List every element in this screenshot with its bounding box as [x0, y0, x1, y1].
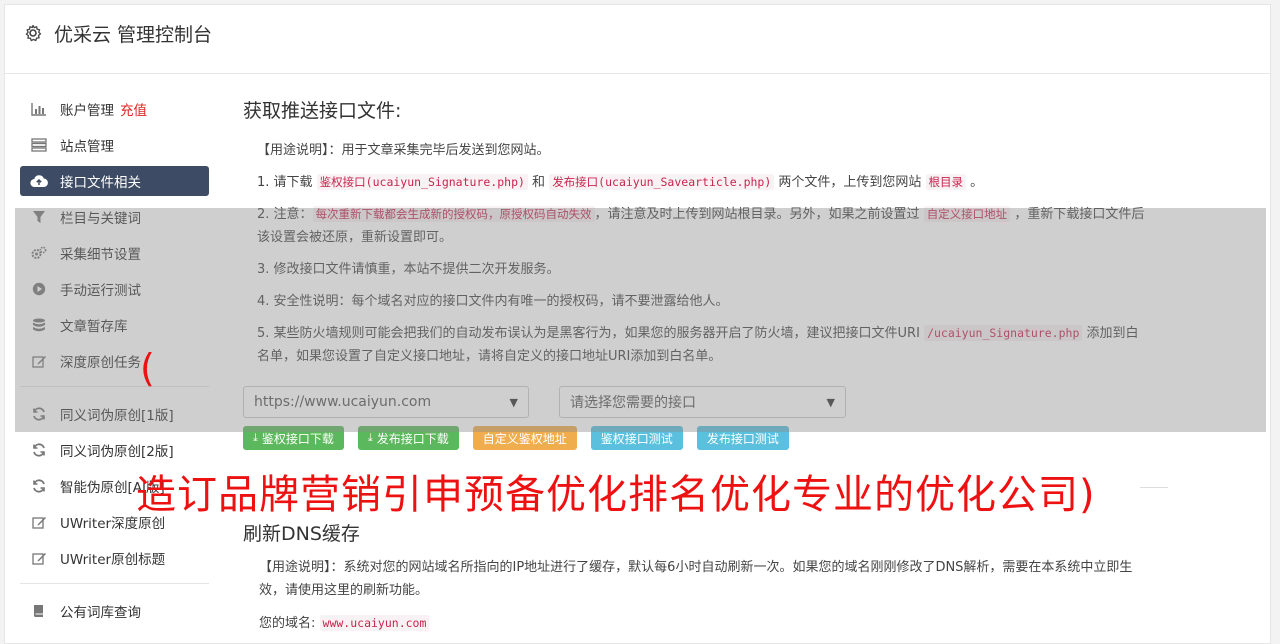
warning-code: 每次重新下载都会生成新的授权码，原授权码自动失效 [312, 206, 595, 222]
section-divider [1140, 487, 1168, 488]
sidebar-divider [20, 386, 209, 387]
sidebar-item-synonym-v1[interactable]: 同义词伪原创[1版] [20, 399, 209, 429]
download-icon: ⤓ [253, 431, 258, 444]
domain-label: 您的域名: [259, 616, 316, 631]
page-header: 优采云 管理控制台 [5, 5, 1270, 74]
sidebar-item-label: 同义词伪原创[2版] [60, 444, 174, 460]
savearticle-file-code: 发布接口(ucaiyun_Savearticle.php) [549, 174, 775, 190]
page-title: 优采云 管理控制台 [54, 24, 213, 46]
watermark-paren: ( [140, 346, 155, 390]
sidebar-item-label: 手动运行测试 [60, 283, 141, 299]
sidebar-item-label: 采集细节设置 [60, 247, 141, 263]
button-label: 鉴权接口下载 [261, 431, 334, 446]
button-row: ⤓ 鉴权接口下载 ⤓ 发布接口下载 自定义鉴权地址 鉴权接口测试 发布接口测试 [243, 426, 1148, 450]
play-circle-icon [30, 280, 48, 298]
uri-code: /ucaiyun_Signature.php [924, 325, 1083, 341]
sidebar-item-uwriter-title[interactable]: UWriter原创标题 [20, 543, 209, 573]
custom-url-code: 自定义接口地址 [923, 206, 1011, 222]
button-label: 发布接口测试 [706, 431, 779, 446]
sidebar-item-manual-run[interactable]: 手动运行测试 [20, 274, 209, 304]
text: 。 [966, 175, 984, 190]
sidebar-item-public-lexicon[interactable]: 公有词库查询 [20, 596, 209, 626]
sidebar-item-article-store[interactable]: 文章暂存库 [20, 310, 209, 340]
text: 两个文件，上传到您网站 [774, 175, 926, 190]
chevron-down-icon: ▼ [509, 395, 518, 409]
button-label: 鉴权接口测试 [600, 431, 673, 446]
edit-icon [30, 513, 48, 531]
sidebar-item-synonym-v2[interactable]: 同义词伪原创[2版] [20, 435, 209, 465]
api-select-value: 请选择您需要的接口 [570, 395, 696, 411]
sidebar-item-label: UWriter原创标题 [60, 552, 166, 568]
button-label: 发布接口下载 [376, 431, 449, 446]
button-label: 自定义鉴权地址 [482, 431, 567, 446]
site-select-value: https://www.ucaiyun.com [254, 394, 432, 410]
sidebar-item-label: 同义词伪原创[1版] [60, 408, 174, 424]
site-select[interactable]: https://www.ucaiyun.com ▼ [243, 386, 529, 418]
sidebar-item-account[interactable]: 账户管理 充值 [20, 94, 209, 124]
recharge-link[interactable]: 充值 [120, 99, 147, 119]
text: ，请注意及时上传到网站根目录。另外，如果之前设置过 [594, 207, 924, 222]
sidebar-item-label: 栏目与关键词 [60, 211, 141, 227]
text: 2. 注意： [257, 207, 313, 222]
custom-auth-url-button[interactable]: 自定义鉴权地址 [472, 426, 577, 450]
sidebar: 账户管理 充值 站点管理 接口文件相关 栏目与关键词 采集细节设置 手动运行测试 [20, 94, 209, 632]
sidebar-item-interface-files[interactable]: 接口文件相关 [20, 166, 209, 196]
domain-line: 您的域名: www.ucaiyun.com [259, 612, 430, 631]
sidebar-divider [20, 583, 209, 584]
select-row: https://www.ucaiyun.com ▼ 请选择您需要的接口 ▼ [243, 386, 1148, 418]
refresh-icon [30, 405, 48, 423]
database-icon [30, 316, 48, 334]
filter-icon [30, 208, 48, 226]
instruction-4: 4. 安全性说明：每个域名对应的接口文件内有唯一的授权码，请不要泄露给他人。 [257, 294, 729, 309]
edit-icon [30, 549, 48, 567]
sidebar-item-collect-settings[interactable]: 采集细节设置 [20, 238, 209, 268]
refresh-icon [30, 477, 48, 495]
download-savearticle-button[interactable]: ⤓ 发布接口下载 [357, 426, 459, 450]
instruction-1: 1. 请下载 鉴权接口(ucaiyun_Signature.php) 和 发布接… [257, 171, 1148, 194]
domain-value: www.ucaiyun.com [319, 615, 430, 631]
test-savearticle-button[interactable]: 发布接口测试 [696, 426, 789, 450]
sidebar-item-deep-original[interactable]: 深度原创任务 [20, 346, 209, 376]
chevron-down-icon: ▼ [826, 395, 835, 409]
sidebar-item-label: 深度原创任务 [60, 355, 141, 371]
download-icon: ⤓ [367, 431, 373, 444]
cloud-upload-icon [30, 172, 48, 190]
text: 1. 请下载 [257, 175, 317, 190]
watermark-banner: 造订品牌营销引申预备优化排名优化专业的优化公司) [136, 472, 1096, 518]
root-dir-code: 根目录 [925, 174, 967, 190]
edit-icon [30, 352, 48, 370]
bar-chart-icon [30, 100, 48, 118]
section-title: 获取推送接口文件: [243, 100, 402, 122]
sidebar-item-label: 账户管理 [60, 103, 114, 119]
text: 5. 某些防火墙规则可能会把我们的自动发布误认为是黑客行为，如果您的服务器开启了… [257, 326, 925, 341]
sidebar-item-label: 接口文件相关 [60, 175, 141, 191]
gear-icon[interactable] [23, 23, 43, 43]
usage-note: 【用途说明】：用于文章采集完毕后发送到您网站。 [257, 143, 550, 158]
test-signature-button[interactable]: 鉴权接口测试 [590, 426, 683, 450]
download-signature-button[interactable]: ⤓ 鉴权接口下载 [243, 426, 344, 450]
refresh-icon [30, 441, 48, 459]
interface-files-section: 获取推送接口文件: 【用途说明】：用于文章采集完毕后发送到您网站。 1. 请下载… [243, 96, 1148, 450]
sidebar-item-columns-keywords[interactable]: 栏目与关键词 [20, 202, 209, 232]
signature-file-code: 鉴权接口(ucaiyun_Signature.php) [316, 174, 528, 190]
instruction-2: 2. 注意： 每次重新下载都会生成新的授权码，原授权码自动失效 ，请注意及时上传到网… [257, 203, 1148, 249]
sidebar-item-sites[interactable]: 站点管理 [20, 130, 209, 160]
text: 和 [527, 175, 550, 190]
api-select[interactable]: 请选择您需要的接口 ▼ [559, 386, 846, 418]
dns-section-title: 刷新DNS缓存 [243, 523, 360, 545]
instruction-5: 5. 某些防火墙规则可能会把我们的自动发布误认为是黑客行为，如果您的服务器开启了… [257, 322, 1148, 368]
cogs-icon [30, 244, 48, 262]
sidebar-item-label: 文章暂存库 [60, 319, 128, 335]
server-icon [30, 136, 48, 154]
dns-usage-note: 【用途说明】：系统对您的网站域名所指向的IP地址进行了缓存，默认每6小时自动刷新… [259, 560, 1133, 598]
sidebar-item-label: 公有词库查询 [60, 605, 141, 621]
instruction-3: 3. 修改接口文件请慎重，本站不提供二次开发服务。 [257, 262, 560, 277]
sidebar-item-label: 站点管理 [60, 139, 114, 155]
book-icon [30, 602, 48, 620]
